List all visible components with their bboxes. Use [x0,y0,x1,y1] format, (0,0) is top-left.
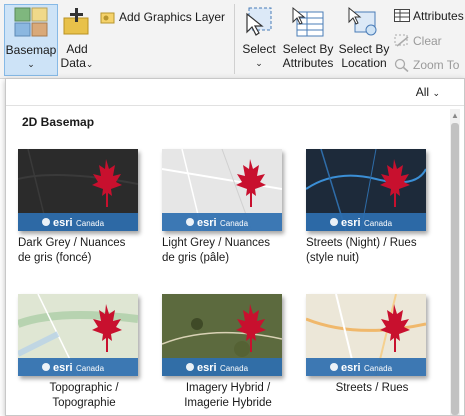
basemap-caption-line1: Dark Grey / Nuances [18,237,126,249]
basemap-gallery-panel: All ⌄ 2D Basemap ▲ esri Canada Dark Grey /… [5,78,465,416]
scrollbar-thumb[interactable] [451,123,459,415]
select-by-attributes-icon [292,6,324,37]
attributes-button[interactable]: Attributes [392,8,465,24]
basemap-thumbnail: esri Canada [18,294,138,376]
basemap-caption-line1: Streets / Rues [335,382,409,394]
svg-text:Canada: Canada [364,219,393,228]
add-data-label: Add [66,42,88,56]
basemap-thumbnail: esri Canada [306,149,426,231]
svg-text:Canada: Canada [364,364,393,373]
chevron-down-icon: ⌄ [27,59,35,69]
svg-text:Canada: Canada [76,219,105,228]
svg-text:Canada: Canada [220,219,249,228]
section-title: 2D Basemap [22,115,95,129]
basemap-caption-line1: Light Grey / Nuances [162,237,271,249]
ribbon-divider [234,4,235,74]
basemap-button[interactable]: Basemap ⌄ [4,4,58,76]
basemap-caption: Topographic / Topographie [18,381,150,411]
svg-text:esri: esri [197,217,217,229]
svg-text:esri: esri [53,217,73,229]
attributes-label: Attributes [413,9,464,23]
svg-text:Canada: Canada [220,364,249,373]
clear-selection-icon [394,34,409,47]
basemap-caption: Streets (Night) / Rues (style nuit) [306,236,438,266]
add-data-button[interactable]: Add Data⌄ [58,4,96,74]
clear-label: Clear [413,34,442,48]
svg-text:esri: esri [341,217,361,229]
basemap-caption-line2: Topographie [52,397,116,409]
basemap-caption: Streets / Rues [306,381,438,396]
select-by-location-button[interactable]: Select By Location [338,4,390,74]
select-by-location-icon [348,6,377,36]
select-by-attributes-label: Select By [282,42,334,56]
basemap-caption: Imagery Hybrid / Imagerie Hybride [162,381,294,411]
svg-text:esri: esri [341,362,361,374]
select-by-attributes-button[interactable]: Select By Attributes [280,4,336,74]
zoom-to-button[interactable]: Zoom To [392,57,465,73]
basemap-thumbnail: esri Canada [18,149,138,231]
select-by-location-label: Select By [338,42,390,56]
basemap-caption-line2: de gris (pâle) [162,252,230,264]
add-data-label2: Data⌄ [58,56,96,71]
filter-dropdown[interactable]: All ⌄ [416,85,440,99]
add-data-icon [63,8,89,35]
select-by-attributes-label2: Attributes [282,56,334,70]
basemap-thumbnail: esri Canada [306,294,426,376]
svg-text:esri: esri [197,362,217,374]
filter-value: All [415,85,430,99]
basemap-caption-line1: Streets (Night) / Rues [306,237,417,249]
basemap-icon [14,7,48,37]
basemap-caption-line2: Imagerie Hybride [184,397,272,409]
add-graphics-layer-label: Add Graphics Layer [119,10,226,24]
add-data-label2-text: Data [60,56,86,70]
basemap-caption-line2: (style nuit) [306,252,360,264]
scroll-up-icon[interactable]: ▲ [451,111,459,120]
ribbon: Basemap ⌄ Add Data⌄ Add Graphics Layer S… [0,0,465,79]
gallery-toolbar: All ⌄ [6,79,464,106]
add-graphics-layer-button[interactable]: Add Graphics Layer [98,8,226,26]
basemap-thumbnail: esri Canada [162,149,282,231]
chevron-down-icon: ⌄ [432,88,440,98]
basemap-label: Basemap [5,43,57,57]
zoom-to-label: Zoom To [413,58,460,72]
basemap-thumbnail: esri Canada [162,294,282,376]
select-label: Select [242,42,276,56]
table-icon [394,9,410,22]
basemap-caption: Light Grey / Nuances de gris (pâle) [162,236,294,266]
svg-text:Canada: Canada [76,364,105,373]
svg-text:esri: esri [53,362,73,374]
basemap-caption: Dark Grey / Nuances de gris (foncé) [18,236,150,266]
basemap-caption-line2: de gris (foncé) [18,252,92,264]
chevron-down-icon: ⌄ [85,59,94,69]
basemap-caption-line1: Topographic / [49,382,119,394]
select-button[interactable]: Select ⌄ [240,4,278,74]
clear-button[interactable]: Clear [392,33,465,49]
zoom-to-icon [394,58,409,72]
scrollbar[interactable]: ▲ [450,109,460,415]
select-cursor-icon [246,7,272,36]
chevron-down-icon: ⌄ [255,58,263,68]
select-by-location-label2: Location [341,56,387,70]
graphics-layer-icon [100,12,115,24]
basemap-caption-line1: Imagery Hybrid / [185,382,271,394]
